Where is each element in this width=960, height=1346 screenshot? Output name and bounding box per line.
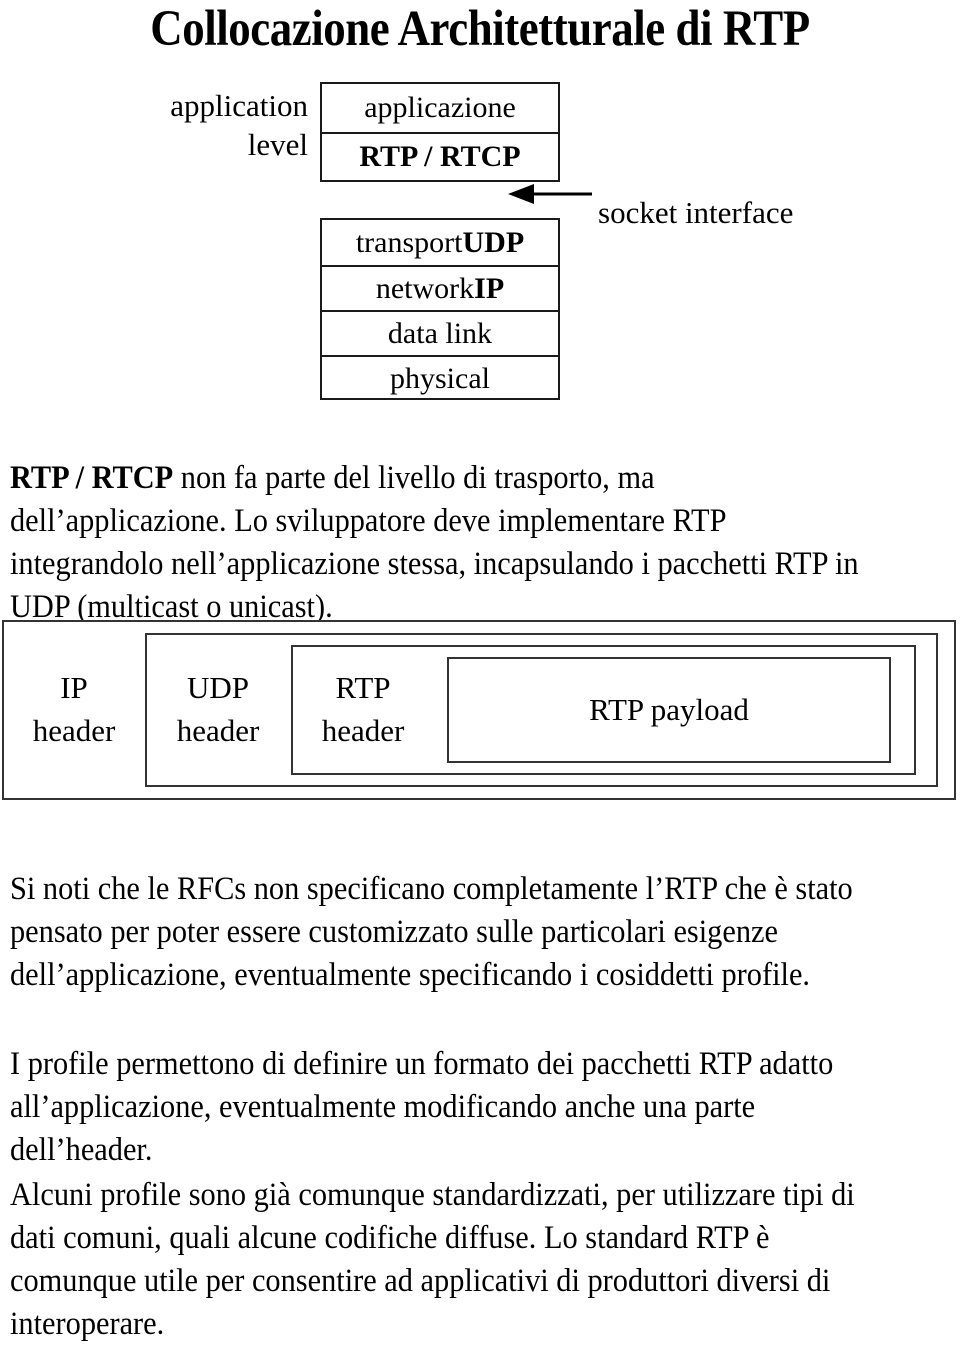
stack-row-rtp-rtcp: RTP / RTCP bbox=[322, 132, 558, 180]
stack-row-physical: physical bbox=[322, 355, 558, 400]
paragraph-intro: RTP / RTCP non fa parte del livello di t… bbox=[10, 457, 878, 629]
rtp-payload-label: RTP payload bbox=[589, 692, 749, 727]
stack-row-transport-prefix: transport bbox=[355, 225, 463, 259]
stack-row-network-prefix: network bbox=[375, 271, 475, 305]
udp-header-label-line2: header bbox=[176, 713, 260, 748]
udp-header-label-line1: UDP bbox=[186, 670, 249, 705]
stack-row-network-bold: IP bbox=[474, 271, 505, 305]
packet-encapsulation-figure: IP header UDP header RTP header RTP payl… bbox=[0, 618, 960, 802]
stack-row-data-link: data link bbox=[322, 310, 558, 355]
stack-row-transport-bold: UDP bbox=[462, 225, 525, 259]
rtp-header-label: RTP header bbox=[303, 666, 423, 752]
socket-interface-label: socket interface bbox=[598, 195, 794, 230]
ip-header-label: IP header bbox=[14, 666, 134, 752]
protocol-stack-figure: application level applicazione RTP / RTC… bbox=[0, 78, 960, 408]
paragraph-rfcs: Si noti che le RFCs non specificano comp… bbox=[10, 871, 853, 993]
socket-interface-arrow bbox=[508, 184, 592, 204]
ip-header-label-line2: header bbox=[32, 713, 116, 748]
rtp-header-label-line1: RTP bbox=[335, 670, 391, 705]
paragraph-standard: Alcuni profile sono già comunque standar… bbox=[10, 1177, 855, 1342]
ip-header-label-line1: IP bbox=[60, 670, 88, 705]
rtp-header-label-line2: header bbox=[321, 713, 405, 748]
application-layer-box: applicazione RTP / RTCP bbox=[320, 82, 560, 182]
stack-row-physical-text: physical bbox=[390, 361, 490, 395]
stack-row-transport-udp: transport UDP bbox=[322, 220, 558, 265]
udp-header-label: UDP header bbox=[158, 666, 278, 752]
paragraph-profile: I profile permettono di definire un form… bbox=[10, 1046, 834, 1168]
page-title: Collocazione Architetturale di RTP bbox=[150, 1, 810, 57]
lower-layers-box: transport UDP network IP data link physi… bbox=[320, 218, 560, 400]
stack-row-data-link-text: data link bbox=[387, 316, 493, 350]
application-level-label: application level bbox=[90, 86, 308, 164]
application-level-label-line1: application bbox=[170, 88, 308, 123]
paragraph-intro-lead: RTP / RTCP bbox=[10, 460, 174, 496]
stack-row-network-ip: network IP bbox=[322, 265, 558, 310]
application-level-label-line2: level bbox=[247, 127, 308, 162]
arrow-left-icon bbox=[508, 184, 592, 204]
stack-row-applicazione: applicazione bbox=[364, 91, 516, 124]
